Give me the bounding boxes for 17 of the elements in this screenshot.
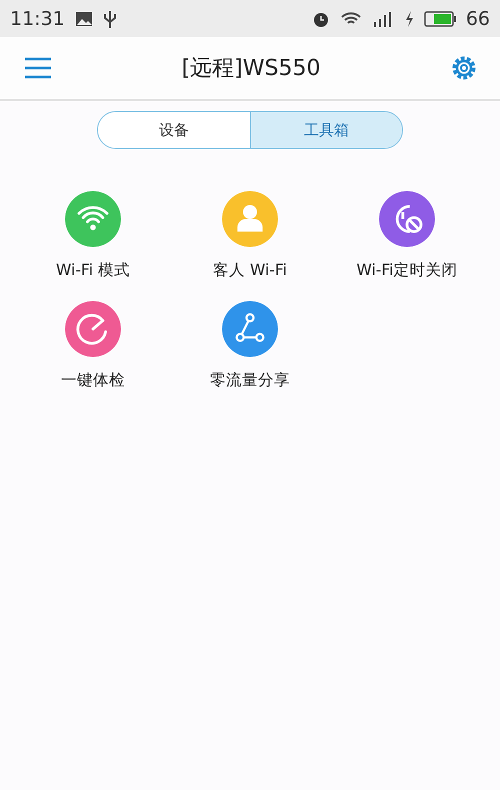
tool-item[interactable]: 一键体检 [14,301,172,391]
tool-item[interactable]: Wi-Fi定时关闭 [328,191,486,281]
tool-item[interactable]: Wi-Fi 模式 [14,191,172,281]
window-title: [远程]WS550 [182,55,320,83]
tool-item[interactable]: 客人 Wi-Fi [172,191,328,281]
menu-icon[interactable] [24,57,52,79]
tab[interactable]: 设备 [98,112,250,148]
battery-icon [424,10,456,26]
battery-level: 66 [466,8,490,30]
settings-icon[interactable] [450,54,478,82]
tool-item[interactable]: 零流量分享 [172,301,328,391]
tab[interactable]: 工具箱 [250,112,402,148]
image-icon [74,10,93,26]
usb-icon [102,8,117,28]
status-time: 11:31 [10,8,65,30]
charging-icon [404,10,414,28]
signal-icon [372,10,394,28]
